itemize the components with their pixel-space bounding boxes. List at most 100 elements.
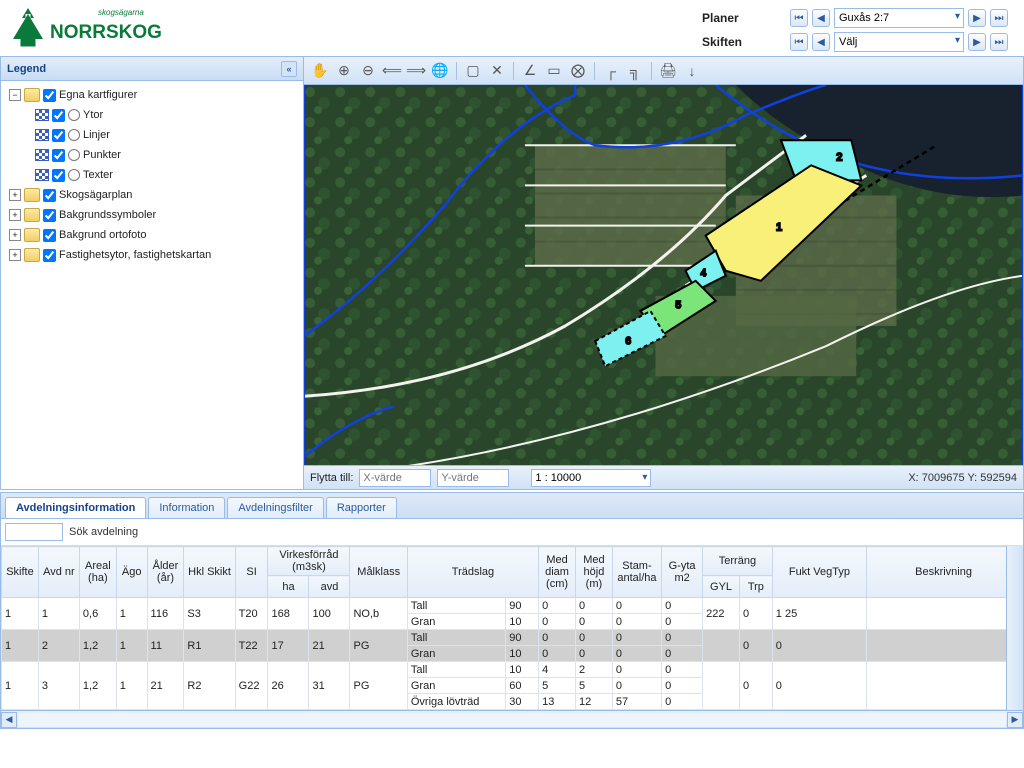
tab[interactable]: Information xyxy=(148,497,225,518)
layer-radio[interactable] xyxy=(68,109,80,121)
tree-node[interactable]: +Skogsägarplan xyxy=(5,185,299,205)
layer-checkbox[interactable] xyxy=(43,189,56,202)
toolbar-button[interactable]: ↓ xyxy=(682,61,702,81)
layer-radio[interactable] xyxy=(68,169,80,181)
planer-first-button[interactable]: ⏮ xyxy=(790,9,808,27)
table-row[interactable]: 131,2121R2G222631PGTall10420000 xyxy=(2,662,1021,678)
tree-node[interactable]: Linjer xyxy=(5,125,299,145)
expand-icon[interactable]: + xyxy=(9,209,21,221)
toolbar-button[interactable]: ∠ xyxy=(520,61,540,81)
layer-checkbox[interactable] xyxy=(52,149,65,162)
column-header[interactable]: Trädslag xyxy=(407,547,538,598)
layer-radio[interactable] xyxy=(68,129,80,141)
column-header[interactable]: Med diam (cm) xyxy=(539,547,576,598)
column-header[interactable]: G-yta m2 xyxy=(662,547,703,598)
table-row[interactable]: 110,61116S3T20168100NO,bTall90000022201 … xyxy=(2,598,1021,614)
column-header[interactable]: Avd nr xyxy=(38,547,79,598)
toolbar-button[interactable]: ✕ xyxy=(487,61,507,81)
skiften-label: Skiften xyxy=(696,35,786,49)
planer-select[interactable] xyxy=(834,8,964,28)
layer-checkbox[interactable] xyxy=(43,89,56,102)
column-header[interactable]: Med höjd (m) xyxy=(575,547,612,598)
tree-node[interactable]: Texter xyxy=(5,165,299,185)
tree-label: Texter xyxy=(83,169,113,181)
layer-swatch-icon xyxy=(35,149,49,161)
layer-checkbox[interactable] xyxy=(43,229,56,242)
planer-prev-button[interactable]: ◀ xyxy=(812,9,830,27)
toolbar-button[interactable]: ⨂ xyxy=(568,61,588,81)
tab[interactable]: Avdelningsinformation xyxy=(5,497,146,518)
planer-next-button[interactable]: ▶ xyxy=(968,9,986,27)
column-header[interactable]: Hkl Skikt xyxy=(184,547,235,598)
legend-title: Legend xyxy=(7,63,46,75)
expand-icon[interactable]: + xyxy=(9,249,21,261)
collapse-left-icon[interactable]: « xyxy=(281,61,297,77)
column-header[interactable]: SI xyxy=(235,547,268,598)
folder-icon xyxy=(24,208,40,222)
column-header[interactable]: Stam-antal/ha xyxy=(612,547,661,598)
toolbar-button[interactable]: ╗ xyxy=(625,61,645,81)
toolbar-button[interactable]: 🖨 xyxy=(658,61,678,81)
toolbar-button[interactable]: ✋ xyxy=(310,61,330,81)
tab[interactable]: Avdelningsfilter xyxy=(227,497,323,518)
column-header[interactable]: GYL xyxy=(703,576,740,598)
y-input[interactable] xyxy=(437,469,509,487)
vertical-scrollbar[interactable] xyxy=(1006,546,1023,710)
layer-swatch-icon xyxy=(35,129,49,141)
table-row[interactable]: 121,2111R1T221721PGTall90000000 xyxy=(2,630,1021,646)
layer-swatch-icon xyxy=(35,169,49,181)
expand-icon[interactable]: − xyxy=(9,89,21,101)
tree-node[interactable]: + Bakgrund ortofoto xyxy=(5,225,299,245)
tree-node[interactable]: +Fastighetsytor, fastighetskartan xyxy=(5,245,299,265)
toolbar-button[interactable]: ⟸ xyxy=(382,61,402,81)
tabs-bar: AvdelningsinformationInformationAvdelnin… xyxy=(1,493,1023,519)
column-header[interactable]: Trp xyxy=(739,576,772,598)
column-header[interactable]: Fukt VegTyp xyxy=(772,547,866,598)
column-header[interactable]: Målklass xyxy=(350,547,407,598)
tree-node[interactable]: +Bakgrundssymboler xyxy=(5,205,299,225)
layer-checkbox[interactable] xyxy=(43,249,56,262)
layer-checkbox[interactable] xyxy=(52,109,65,122)
toolbar-button[interactable]: ▭ xyxy=(544,61,564,81)
tree-label: Bakgrund ortofoto xyxy=(59,229,146,241)
scroll-left-icon[interactable]: ◀ xyxy=(1,712,17,728)
expand-icon[interactable]: + xyxy=(9,189,21,201)
skiften-first-button[interactable]: ⏮ xyxy=(790,33,808,51)
tree-node[interactable]: Ytor xyxy=(5,105,299,125)
column-header[interactable]: avd xyxy=(309,576,350,598)
tree-node[interactable]: −Egna kartfigurer xyxy=(5,85,299,105)
skiften-last-button[interactable]: ⏭ xyxy=(990,33,1008,51)
layer-checkbox[interactable] xyxy=(52,129,65,142)
x-input[interactable] xyxy=(359,469,431,487)
expand-icon[interactable]: + xyxy=(9,229,21,241)
skiften-prev-button[interactable]: ◀ xyxy=(812,33,830,51)
planer-label: Planer xyxy=(696,11,786,25)
column-header[interactable]: Areal (ha) xyxy=(79,547,116,598)
column-header[interactable]: Beskrivning xyxy=(867,547,1021,598)
scale-select[interactable] xyxy=(531,469,651,487)
skiften-select[interactable] xyxy=(834,32,964,52)
search-input[interactable] xyxy=(5,523,63,541)
tree-node[interactable]: Punkter xyxy=(5,145,299,165)
column-header[interactable]: Skifte xyxy=(2,547,39,598)
column-header[interactable]: Virkesförråd (m3sk) xyxy=(268,547,350,576)
layer-radio[interactable] xyxy=(68,149,80,161)
layer-checkbox[interactable] xyxy=(43,209,56,222)
toolbar-button[interactable]: ▢ xyxy=(463,61,483,81)
layer-checkbox[interactable] xyxy=(52,169,65,182)
column-header[interactable]: ha xyxy=(268,576,309,598)
tab[interactable]: Rapporter xyxy=(326,497,397,518)
horizontal-scrollbar[interactable]: ◀ ▶ xyxy=(1,710,1023,728)
skiften-next-button[interactable]: ▶ xyxy=(968,33,986,51)
planer-last-button[interactable]: ⏭ xyxy=(990,9,1008,27)
column-header[interactable]: Ålder (år) xyxy=(147,547,184,598)
toolbar-button[interactable]: ⊖ xyxy=(358,61,378,81)
toolbar-button[interactable]: ⊕ xyxy=(334,61,354,81)
column-header[interactable]: Terräng xyxy=(703,547,773,576)
toolbar-button[interactable]: ⟹ xyxy=(406,61,426,81)
toolbar-button[interactable]: 🌐 xyxy=(430,61,450,81)
map-canvas[interactable]: 2 1 4 5 6 xyxy=(304,85,1023,465)
toolbar-button[interactable]: ┌ xyxy=(601,61,621,81)
scroll-right-icon[interactable]: ▶ xyxy=(1007,712,1023,728)
column-header[interactable]: Ägo xyxy=(116,547,147,598)
